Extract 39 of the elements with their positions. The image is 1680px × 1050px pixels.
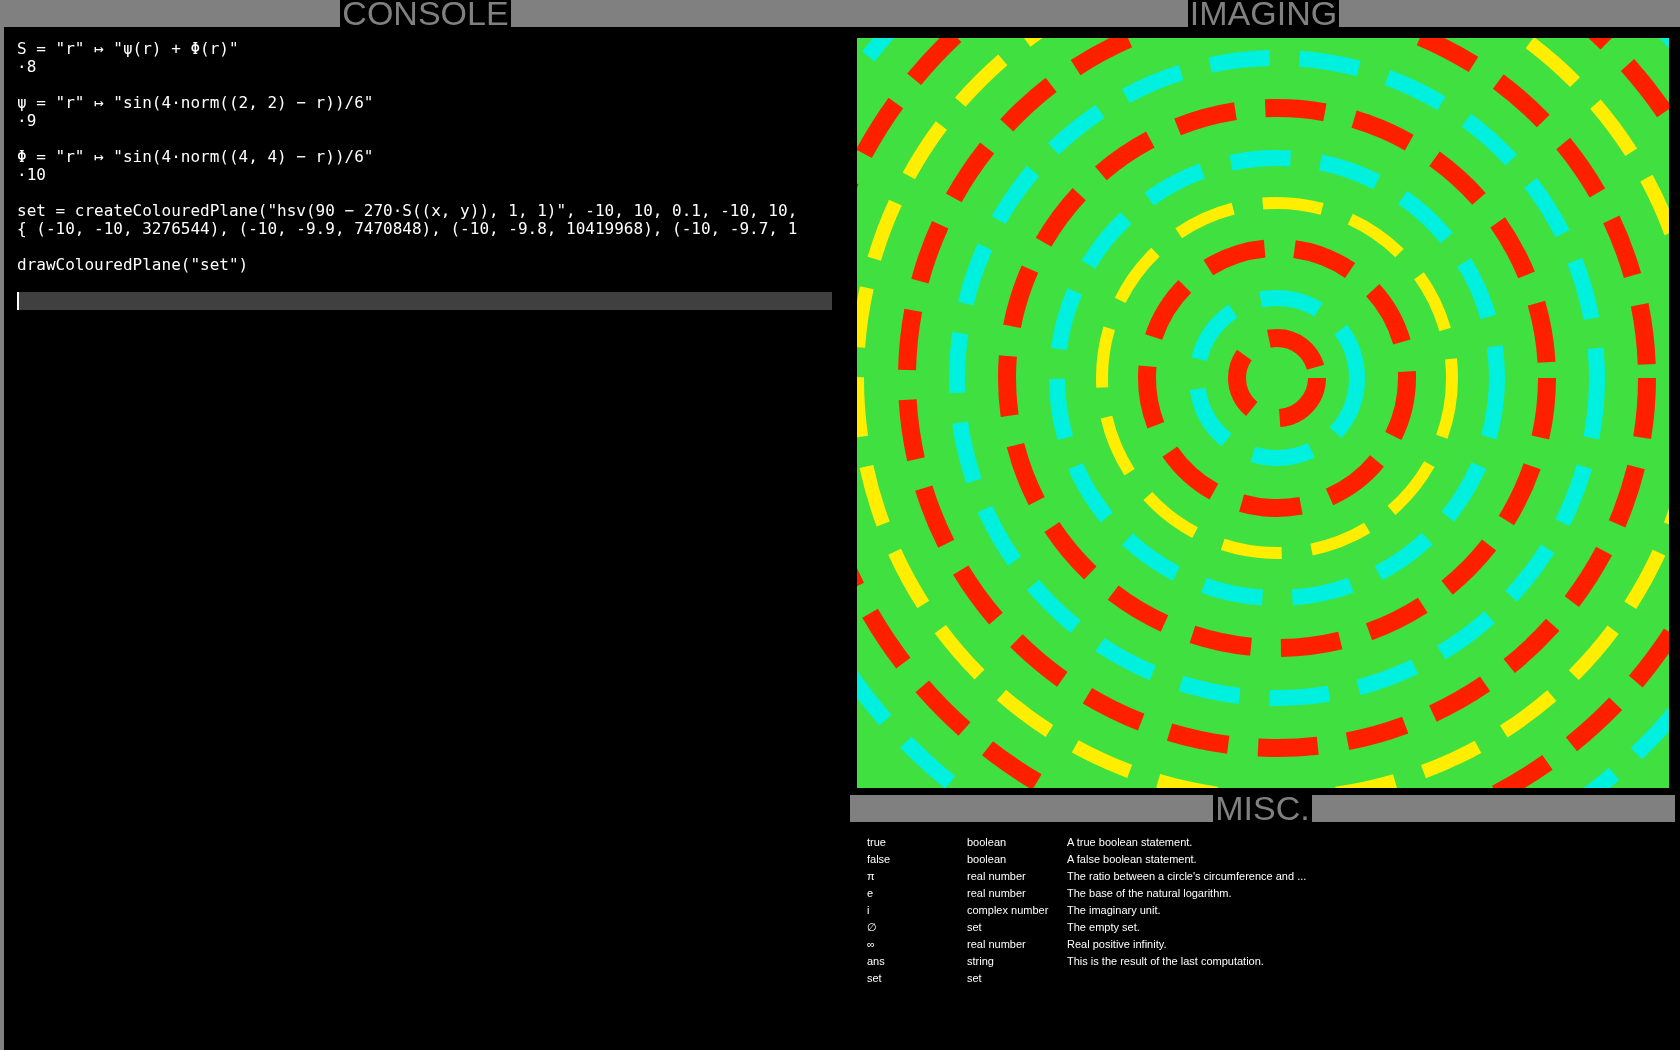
type-cell-text: string: [967, 954, 995, 970]
description-cell-text: Real positive infinity.: [1067, 937, 1167, 953]
description-cell-text: The empty set.: [1067, 920, 1140, 936]
description-cell-text: The imaginary unit.: [1067, 903, 1161, 919]
type-cell-text: set: [967, 920, 983, 936]
result-text: ·8: [17, 58, 37, 76]
panel-title: CONSOLE: [340, 0, 511, 27]
command-text: drawColouredPlane("set"): [17, 256, 249, 274]
symbol-cell-text: ans: [867, 954, 886, 970]
result-text: ·10: [17, 166, 46, 184]
panel-title: MISC.: [1213, 795, 1312, 822]
command-text: set = createColouredPlane("hsv(90 − 270·S((x, y)), 1, 1)", -10, 10, 0.1, -10, 10,: [17, 202, 798, 220]
symbol-cell-text: set: [867, 971, 883, 987]
type-cell-text: boolean: [967, 835, 1008, 851]
symbol-cell-text: i: [867, 903, 871, 919]
type-cell-text: real number: [967, 937, 1027, 953]
symbol-cell-text: true: [867, 835, 887, 851]
description-cell-text: A true boolean statement.: [1067, 835, 1193, 851]
description-cell-text: This is the result of the last computation.: [1067, 954, 1264, 970]
type-cell-text: real number: [967, 869, 1027, 885]
result-text: ·9: [17, 112, 37, 130]
description-cell-text: The ratio between a circle's circumference and ...: [1067, 869, 1307, 885]
type-cell-text: real number: [967, 886, 1027, 902]
command-text: S = "r" ↦ "ψ(r) + Φ(r)": [17, 40, 239, 58]
type-cell-text: set: [967, 971, 983, 987]
command-text: Φ = "r" ↦ "sin(4·norm((4, 4) − r))/6": [17, 148, 374, 166]
symbol-cell-text: e: [867, 886, 875, 902]
type-cell-text: boolean: [967, 852, 1008, 868]
symbol-cell-text: ∅: [867, 920, 878, 936]
result-text: { (-10, -10, 3276544), (-10, -9.9, 7470848), (-10, -9.8, 10419968), (-10, -9.7, 1: [17, 220, 798, 238]
type-cell-text: complex number: [967, 903, 1050, 919]
symbol-cell-text: π: [867, 869, 876, 885]
description-cell-text: The base of the natural logarithm.: [1067, 886, 1232, 902]
command-input-field[interactable]: [17, 292, 832, 310]
symbol-cell-text: ∞: [867, 937, 876, 953]
symbol-cell-text: false: [867, 852, 892, 868]
panel-title: IMAGING: [1187, 0, 1340, 27]
command-text: ψ = "r" ↦ "sin(4·norm((2, 2) − r))/6": [17, 94, 374, 112]
description-cell-text: A false boolean statement.: [1067, 852, 1197, 868]
